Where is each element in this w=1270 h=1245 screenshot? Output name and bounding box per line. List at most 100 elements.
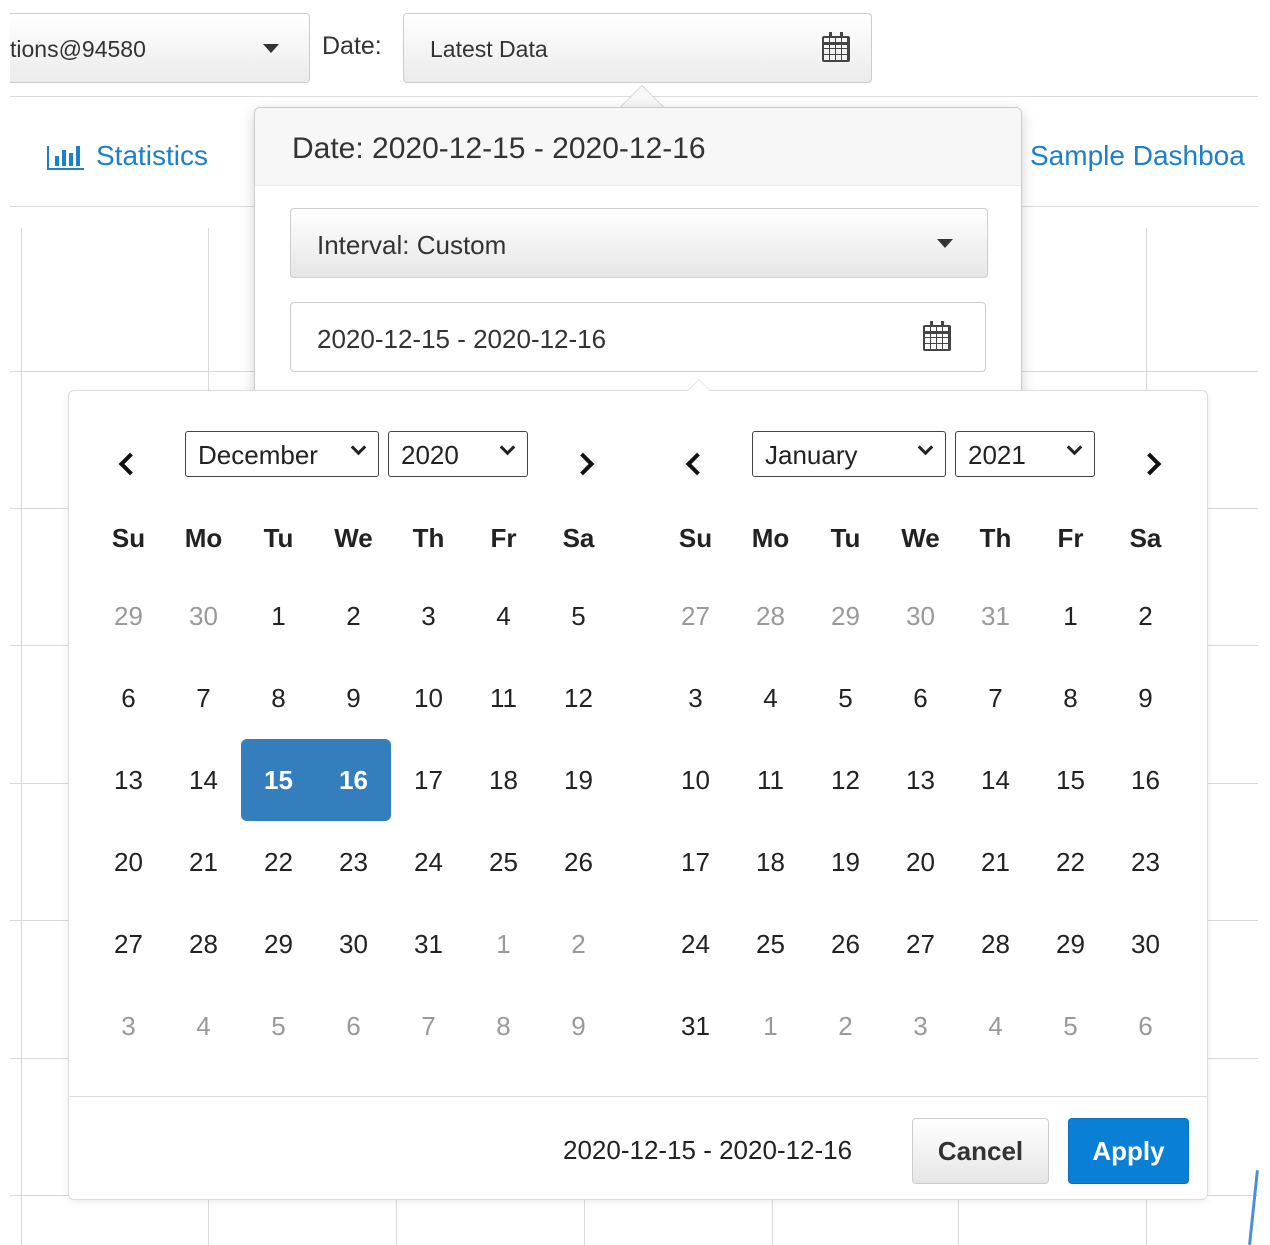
calendar-day[interactable]: 4	[466, 575, 541, 657]
calendar-day[interactable]: 17	[658, 821, 733, 903]
calendar-day[interactable]: 31	[391, 903, 466, 985]
calendar-day[interactable]: 18	[733, 821, 808, 903]
calendar-day[interactable]: 20	[883, 821, 958, 903]
calendar-day[interactable]: 21	[166, 821, 241, 903]
calendar-day[interactable]: 31	[658, 985, 733, 1067]
calendar-day[interactable]: 28	[733, 575, 808, 657]
apply-button[interactable]: Apply	[1068, 1118, 1189, 1184]
calendar-day[interactable]: 5	[808, 657, 883, 739]
calendar-day[interactable]: 28	[958, 903, 1033, 985]
cancel-button[interactable]: Cancel	[912, 1118, 1049, 1184]
calendar-day[interactable]: 25	[466, 821, 541, 903]
calendar-day[interactable]: 3	[658, 657, 733, 739]
calendar-day[interactable]: 29	[1033, 903, 1108, 985]
calendar-day[interactable]: 27	[883, 903, 958, 985]
calendar-day[interactable]: 10	[391, 657, 466, 739]
calendar-day[interactable]: 30	[883, 575, 958, 657]
calendar-day-selected[interactable]: 16	[316, 739, 391, 821]
calendar-day[interactable]: 24	[658, 903, 733, 985]
calendar-day[interactable]: 7	[391, 985, 466, 1067]
calendar-day[interactable]: 4	[958, 985, 1033, 1067]
prev-month-button[interactable]	[108, 445, 144, 481]
calendar-day[interactable]: 18	[466, 739, 541, 821]
calendar-day[interactable]: 7	[958, 657, 1033, 739]
calendar-day[interactable]: 29	[91, 575, 166, 657]
calendar-day[interactable]: 16	[1108, 739, 1183, 821]
calendar-day[interactable]: 27	[91, 903, 166, 985]
calendar-day[interactable]: 1	[1033, 575, 1108, 657]
calendar-day[interactable]: 8	[466, 985, 541, 1067]
calendar-day[interactable]: 5	[1033, 985, 1108, 1067]
calendar-day[interactable]: 8	[241, 657, 316, 739]
calendar-day[interactable]: 21	[958, 821, 1033, 903]
year-select-left[interactable]: 2020	[388, 431, 528, 477]
calendar-day[interactable]: 6	[883, 657, 958, 739]
calendar-day[interactable]: 24	[391, 821, 466, 903]
prev-month-button-right[interactable]	[675, 445, 711, 481]
year-select-right[interactable]: 2021	[955, 431, 1095, 477]
calendar-day[interactable]: 29	[808, 575, 883, 657]
calendar-day[interactable]: 13	[883, 739, 958, 821]
calendar-day[interactable]: 22	[241, 821, 316, 903]
calendar-day[interactable]: 27	[658, 575, 733, 657]
calendar-day[interactable]: 9	[1108, 657, 1183, 739]
calendar-day[interactable]: 23	[1108, 821, 1183, 903]
calendar-day[interactable]: 26	[808, 903, 883, 985]
calendar-day[interactable]: 4	[733, 657, 808, 739]
date-picker-button[interactable]: Latest Data	[403, 13, 872, 83]
calendar-day[interactable]: 28	[166, 903, 241, 985]
calendar-day[interactable]: 19	[808, 821, 883, 903]
calendar-day[interactable]: 11	[733, 739, 808, 821]
source-select[interactable]: tions@94580	[10, 13, 310, 83]
calendar-day[interactable]: 26	[541, 821, 616, 903]
statistics-link[interactable]: Statistics	[96, 140, 208, 172]
calendar-day[interactable]: 2	[808, 985, 883, 1067]
calendar-day[interactable]: 20	[91, 821, 166, 903]
calendar-day[interactable]: 2	[316, 575, 391, 657]
calendar-day[interactable]: 2	[541, 903, 616, 985]
calendar-day[interactable]: 3	[391, 575, 466, 657]
calendar-day[interactable]: 30	[1108, 903, 1183, 985]
sample-dashboard-link[interactable]: Sample Dashboa	[1030, 140, 1245, 172]
calendar-day[interactable]: 29	[241, 903, 316, 985]
calendar-day[interactable]: 9	[541, 985, 616, 1067]
calendar-day[interactable]: 3	[91, 985, 166, 1067]
calendar-day[interactable]: 30	[316, 903, 391, 985]
calendar-day[interactable]: 6	[1108, 985, 1183, 1067]
calendar-day[interactable]: 25	[733, 903, 808, 985]
calendar-day[interactable]: 30	[166, 575, 241, 657]
calendar-day[interactable]: 5	[541, 575, 616, 657]
calendar-day[interactable]: 14	[166, 739, 241, 821]
calendar-day[interactable]: 4	[166, 985, 241, 1067]
calendar-day[interactable]: 1	[733, 985, 808, 1067]
calendar-day[interactable]: 1	[241, 575, 316, 657]
month-select-right[interactable]: January	[752, 431, 946, 477]
calendar-day[interactable]: 2	[1108, 575, 1183, 657]
next-month-button-left[interactable]	[567, 445, 603, 481]
calendar-day[interactable]: 3	[883, 985, 958, 1067]
calendar-day[interactable]: 8	[1033, 657, 1108, 739]
date-range-input[interactable]: 2020-12-15 - 2020-12-16	[290, 302, 986, 372]
month-select-left[interactable]: December	[185, 431, 379, 477]
calendar-day[interactable]: 7	[166, 657, 241, 739]
calendar-day[interactable]: 5	[241, 985, 316, 1067]
calendar-day[interactable]: 15	[1033, 739, 1108, 821]
calendar-day[interactable]: 13	[91, 739, 166, 821]
calendar-day[interactable]: 10	[658, 739, 733, 821]
calendar-day[interactable]: 1	[466, 903, 541, 985]
calendar-day[interactable]: 31	[958, 575, 1033, 657]
calendar-day[interactable]: 11	[466, 657, 541, 739]
next-month-button[interactable]	[1134, 445, 1170, 481]
calendar-day[interactable]: 14	[958, 739, 1033, 821]
calendar-day-selected[interactable]: 15	[241, 739, 316, 821]
calendar-day[interactable]: 9	[316, 657, 391, 739]
calendar-day[interactable]: 17	[391, 739, 466, 821]
calendar-day[interactable]: 6	[91, 657, 166, 739]
calendar-day[interactable]: 23	[316, 821, 391, 903]
calendar-day[interactable]: 12	[808, 739, 883, 821]
calendar-day[interactable]: 12	[541, 657, 616, 739]
calendar-day[interactable]: 22	[1033, 821, 1108, 903]
calendar-day[interactable]: 19	[541, 739, 616, 821]
interval-select[interactable]: Interval: Custom	[290, 208, 988, 278]
calendar-day[interactable]: 6	[316, 985, 391, 1067]
